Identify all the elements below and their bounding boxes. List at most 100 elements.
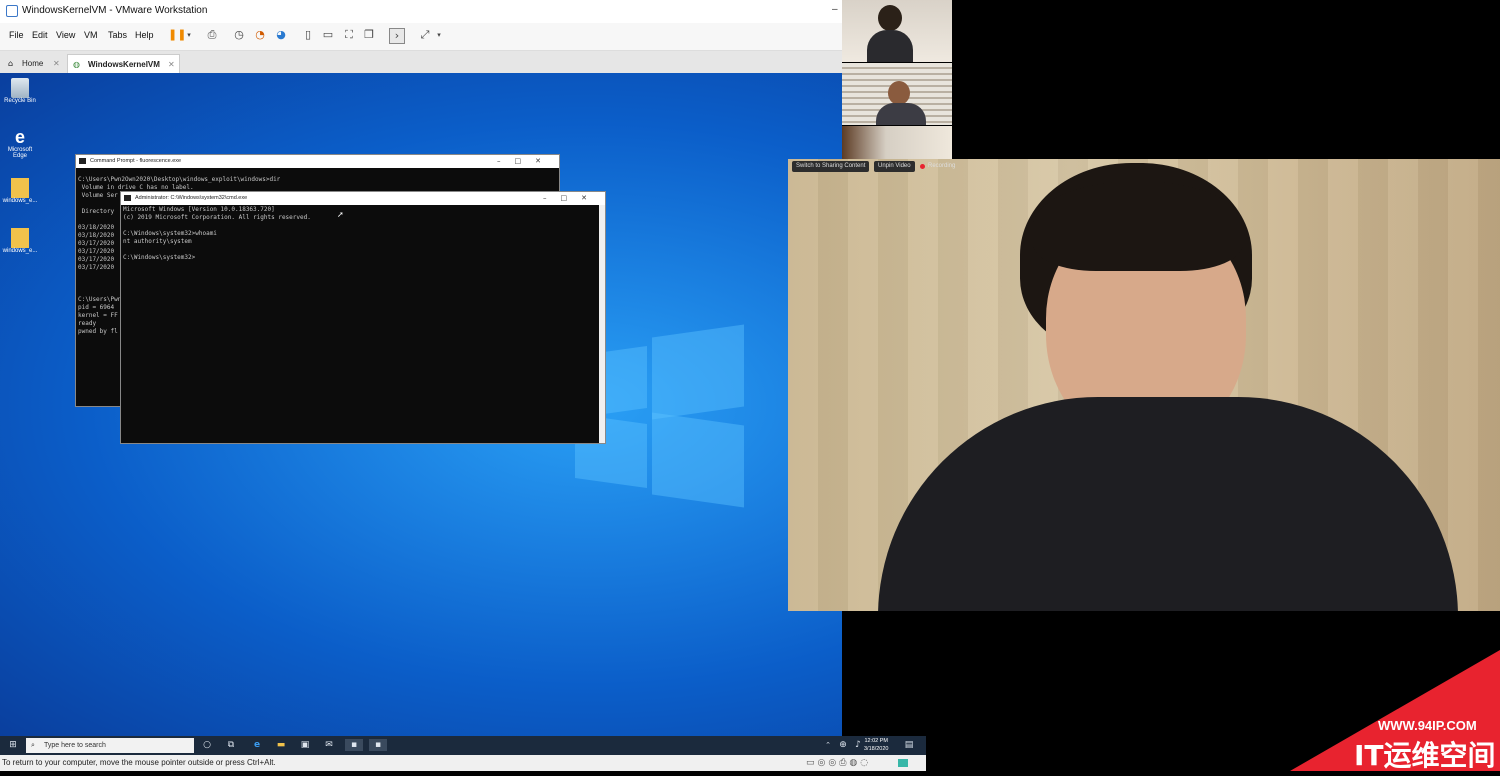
tab-vm-label: WindowsKernelVM (88, 60, 160, 69)
participant-head (888, 81, 910, 105)
cmd2-output: Microsoft Windows [Version 10.0.18363.72… (123, 206, 311, 261)
recycle-bin-icon (11, 78, 29, 98)
admin-cmd-window[interactable]: Administrator: C:\Windows\system32\cmd.e… (120, 191, 606, 444)
file-explorer-icon[interactable]: ▬ (275, 739, 287, 751)
send-ctrl-alt-del-icon[interactable]: ⎙ (205, 28, 219, 42)
status-message: To return to your computer, move the mou… (2, 758, 276, 767)
console-view-icon[interactable]: › (389, 28, 405, 44)
menu-vm[interactable]: VM (84, 30, 98, 40)
store-icon[interactable]: ▣ (299, 739, 311, 751)
edge-icon[interactable]: e (251, 739, 263, 751)
cmd1-title: Command Prompt - fluorescence.exe (76, 155, 559, 168)
participant-body (867, 30, 913, 62)
menu-bar: File Edit View VM Tabs Help ❚❚ ▾ ⎙ ◷ ◔ ◕… (0, 23, 842, 51)
volume-icon[interactable]: ♪ (852, 739, 864, 751)
taskbar: ⊞ ⌕ Type here to search ○ ⧉ e ▬ ▣ ✉ ▪ ▪ … (0, 736, 926, 755)
folder-shortcut[interactable]: windows_e... (0, 228, 40, 254)
search-icon: ⌕ (31, 741, 35, 749)
window-controls[interactable]: –□✕ (497, 155, 555, 168)
window-title: WindowsKernelVM - VMware Workstation (22, 5, 208, 16)
edge-icon: e (14, 127, 25, 147)
menu-file[interactable]: File (9, 30, 24, 40)
switch-to-sharing-button[interactable]: Switch to Sharing Content (792, 161, 870, 172)
tab-vm[interactable]: ◍ WindowsKernelVM ✕ (67, 54, 180, 73)
speaker-fringe (1033, 181, 1243, 271)
stretch-dropdown-icon[interactable]: ▾ (432, 28, 446, 42)
cortana-icon[interactable]: ○ (201, 739, 213, 751)
recycle-bin-shortcut[interactable]: Recycle Bin (0, 78, 40, 104)
search-placeholder: Type here to search (44, 742, 106, 749)
recording-indicator: Recording (918, 161, 959, 172)
close-icon[interactable]: ✕ (53, 54, 60, 73)
full-screen-icon[interactable]: ⛶ (342, 28, 356, 42)
zip-folder-icon (11, 178, 29, 198)
recording-label: Recording (928, 163, 956, 169)
menu-help[interactable]: Help (135, 30, 154, 40)
unity-icon[interactable]: ❐ (362, 28, 376, 42)
folder-shortcut[interactable]: windows_e... (0, 178, 40, 204)
unpin-video-button[interactable]: Unpin Video (874, 161, 915, 172)
search-input[interactable]: ⌕ Type here to search (26, 738, 194, 753)
edge-shortcut[interactable]: e Microsoft Edge (0, 127, 40, 159)
active-speaker-video[interactable] (788, 159, 1500, 611)
mouse-cursor-icon: ➚ (337, 210, 344, 219)
vmware-logo-icon (6, 5, 18, 17)
zip-folder-icon (11, 228, 29, 248)
cmd2-title: Administrator: C:\Windows\system32\cmd.e… (121, 192, 605, 205)
snapshot-manager-icon[interactable]: ◕ (274, 28, 288, 42)
revert-snapshot-icon[interactable]: ◔ (253, 28, 267, 42)
cmd-taskbar-icon[interactable]: ▪ (369, 739, 387, 751)
participant-video[interactable] (842, 0, 952, 62)
clock-time: 12:02 PM (864, 738, 888, 744)
thumbnail-bar-icon[interactable]: ▭ (321, 28, 335, 42)
network-icon[interactable]: ⊕ (837, 739, 849, 751)
pause-icon[interactable]: ❚❚ (168, 28, 186, 42)
windows-logo-pane (652, 412, 744, 508)
watermark-text: IT运维空间 (1354, 739, 1496, 772)
dropdown-icon[interactable]: ▾ (182, 28, 196, 42)
desktop-icon-label: windows_e... (2, 198, 38, 204)
participant-head (878, 5, 902, 31)
start-icon[interactable]: ⊞ (7, 739, 19, 751)
snapshot-icon[interactable]: ◷ (232, 28, 246, 42)
cmd-taskbar-icon[interactable]: ▪ (345, 739, 363, 751)
notifications-icon[interactable]: ▤ (903, 739, 915, 751)
status-bar: To return to your computer, move the mou… (0, 755, 926, 771)
watermark-url: WWW.94IP.COM (1378, 718, 1477, 733)
watermark: WWW.94IP.COM IT运维空间 (1290, 650, 1500, 772)
desktop-icon-label: Microsoft Edge (7, 147, 33, 159)
tab-home-label: Home (22, 59, 44, 68)
tab-home[interactable]: ⌂ Home ✕ (3, 54, 63, 73)
title-bar: WindowsKernelVM - VMware Workstation – (0, 0, 842, 24)
window-controls[interactable]: –□✕ (543, 192, 601, 205)
clock[interactable]: 12:02 PM 3/18/2020 (864, 737, 888, 753)
scrollbar[interactable] (599, 205, 605, 443)
device-icons[interactable]: ▭◎◎⎙◍◌ (806, 755, 871, 771)
task-view-icon[interactable]: ⧉ (225, 739, 237, 751)
vm-icon: ◍ (73, 60, 80, 69)
participant-video[interactable] (842, 126, 952, 159)
mail-icon[interactable]: ✉ (323, 739, 335, 751)
desktop-icon-label: windows_e... (2, 248, 38, 254)
guest-desktop[interactable]: Recycle Bin e Microsoft Edge windows_e..… (0, 73, 842, 736)
vmware-window: WindowsKernelVM - VMware Workstation – F… (0, 0, 926, 771)
participant-video[interactable] (842, 63, 952, 125)
menu-tabs[interactable]: Tabs (108, 30, 127, 40)
participant-body (876, 103, 926, 125)
minimize-button[interactable]: – (832, 4, 838, 15)
chevron-up-icon[interactable]: ⌃ (822, 739, 834, 751)
stretch-guest-icon[interactable]: ⤢ (418, 28, 432, 42)
home-icon: ⌂ (8, 59, 14, 68)
tab-bar: ⌂ Home ✕ ◍ WindowsKernelVM ✕ (0, 51, 842, 73)
windows-logo-pane (652, 324, 744, 420)
message-icon[interactable] (898, 759, 908, 767)
menu-edit[interactable]: Edit (32, 30, 48, 40)
clock-date: 3/18/2020 (864, 746, 889, 752)
sidebar-toggle-icon[interactable]: ▯ (301, 28, 315, 42)
menu-view[interactable]: View (56, 30, 75, 40)
record-icon (920, 164, 925, 169)
desktop-icon-label: Recycle Bin (4, 98, 36, 104)
close-icon[interactable]: ✕ (168, 55, 175, 74)
cmd-icon (79, 158, 86, 164)
cmd-icon (124, 195, 131, 201)
